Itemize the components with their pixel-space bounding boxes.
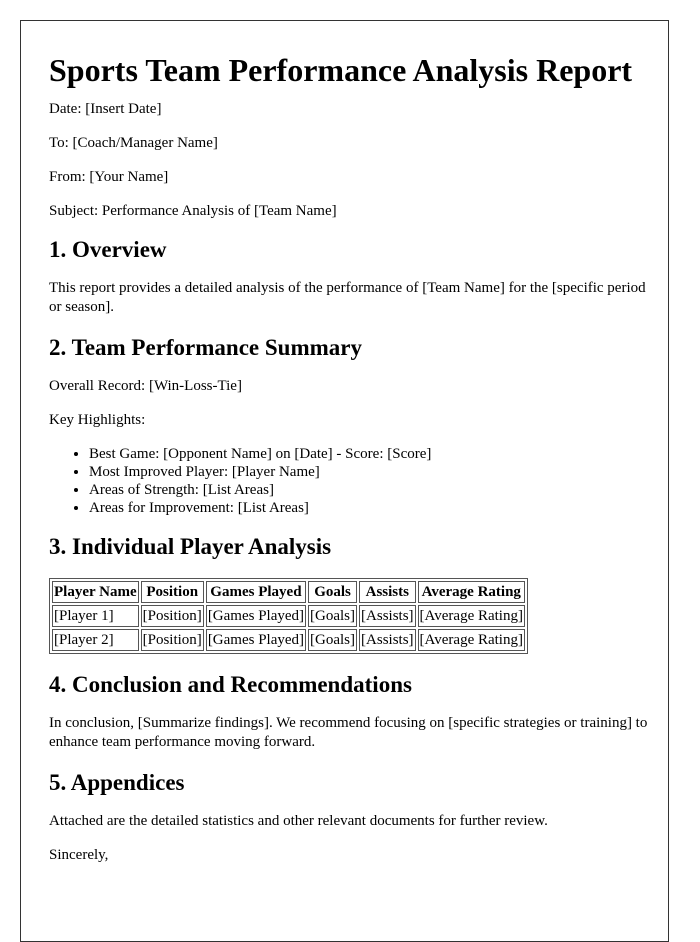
- meta-to: To: [Coach/Manager Name]: [49, 135, 218, 151]
- highlight-item: Best Game: [Opponent Name] on [Date] - S…: [89, 445, 648, 463]
- table-row: [Player 2] [Position] [Games Played] [Go…: [52, 629, 525, 651]
- appendices-heading: 5. Appendices: [49, 770, 185, 795]
- overview-heading: 1. Overview: [49, 237, 167, 262]
- table-cell: [Average Rating]: [417, 629, 525, 651]
- table-row: [Player 1] [Position] [Games Played] [Go…: [52, 605, 525, 627]
- table-cell: [Position]: [140, 605, 204, 627]
- closing-text: Sincerely,: [49, 847, 109, 863]
- highlights-label: Key Highlights:: [49, 412, 146, 428]
- table-cell: [Player 1]: [52, 605, 139, 627]
- table-cell: [Assists]: [359, 605, 416, 627]
- table-cell: [Position]: [140, 629, 204, 651]
- highlights-list: Best Game: [Opponent Name] on [Date] - S…: [49, 445, 648, 517]
- report-title: Sports Team Performance Analysis Report: [49, 52, 633, 88]
- table-cell: [Goals]: [308, 605, 358, 627]
- highlight-item: Most Improved Player: [Player Name]: [89, 463, 648, 481]
- table-cell: [Games Played]: [205, 605, 307, 627]
- table-cell: [Average Rating]: [417, 605, 525, 627]
- column-header: Average Rating: [417, 581, 525, 603]
- conclusion-heading: 4. Conclusion and Recommendations: [49, 672, 412, 697]
- report-document: Sports Team Performance Analysis Report …: [20, 20, 669, 942]
- highlight-item: Areas of Strength: [List Areas]: [89, 481, 648, 499]
- table-header-row: Player Name Position Games Played Goals …: [52, 581, 525, 603]
- column-header: Games Played: [205, 581, 307, 603]
- conclusion-text: In conclusion, [Summarize findings]. We …: [49, 715, 648, 750]
- table-cell: [Assists]: [359, 629, 416, 651]
- meta-date: Date: [Insert Date]: [49, 101, 162, 117]
- column-header: Position: [140, 581, 204, 603]
- table-cell: [Games Played]: [205, 629, 307, 651]
- column-header: Player Name: [52, 581, 139, 603]
- highlight-item: Areas for Improvement: [List Areas]: [89, 499, 648, 517]
- table-cell: [Player 2]: [52, 629, 139, 651]
- meta-subject: Subject: Performance Analysis of [Team N…: [49, 203, 337, 219]
- summary-heading: 2. Team Performance Summary: [49, 335, 362, 360]
- report-meta: Date: [Insert Date] To: [Coach/Manager N…: [49, 100, 648, 221]
- overview-text: This report provides a detailed analysis…: [49, 280, 646, 315]
- column-header: Assists: [359, 581, 416, 603]
- meta-from: From: [Your Name]: [49, 169, 169, 185]
- overall-record: Overall Record: [Win-Loss-Tie]: [49, 378, 242, 394]
- column-header: Goals: [308, 581, 358, 603]
- appendices-text: Attached are the detailed statistics and…: [49, 813, 548, 829]
- table-cell: [Goals]: [308, 629, 358, 651]
- player-table: Player Name Position Games Played Goals …: [49, 578, 528, 654]
- players-heading: 3. Individual Player Analysis: [49, 534, 332, 559]
